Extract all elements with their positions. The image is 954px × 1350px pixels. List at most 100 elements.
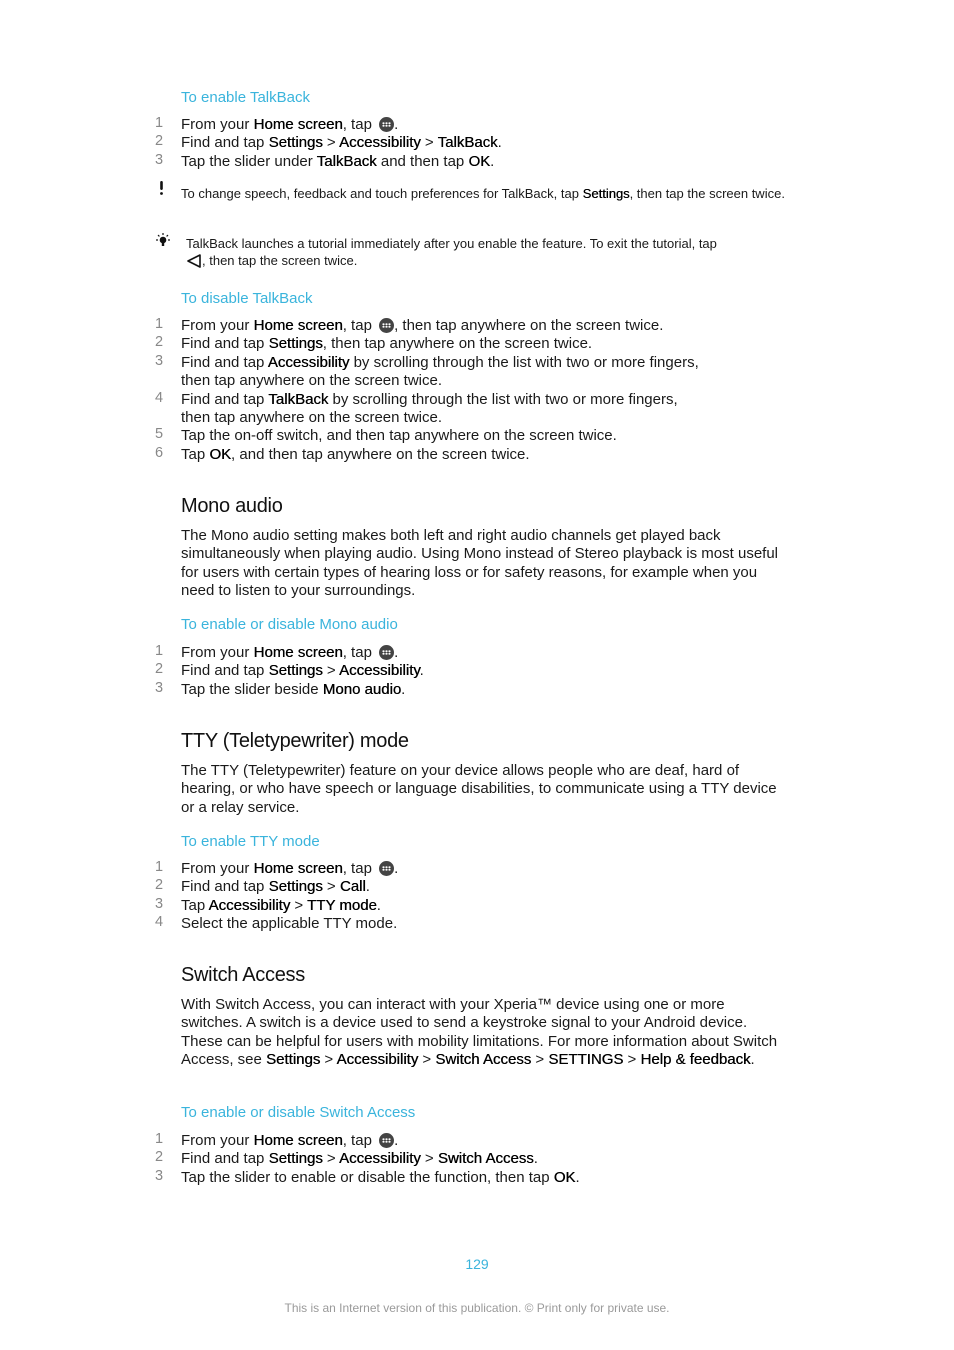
step-text: . — [575, 1168, 580, 1186]
ui-term: TalkBack — [316, 152, 377, 170]
page-number: 129 — [465, 1256, 489, 1272]
ui-term: Accessibility — [267, 353, 350, 371]
step-number: 6 — [155, 444, 164, 461]
ui-term: Accessibility — [339, 662, 420, 680]
desc-text: . — [750, 1051, 755, 1069]
ui-term: Home screen — [253, 644, 343, 661]
step-number: 1 — [155, 643, 164, 659]
ui-term: Settings — [268, 134, 323, 152]
exclamation-icon — [155, 180, 169, 196]
step-text: > — [322, 878, 340, 896]
section-heading-switch-access: Switch Access — [181, 964, 305, 986]
ui-term: Home screen — [253, 860, 343, 877]
ui-term: Home screen — [253, 1132, 343, 1149]
ui-term: Accessibility — [336, 1051, 419, 1069]
apps-grid-icon — [379, 117, 395, 132]
step-text: Tap the on-off switch, and then tap anyw… — [181, 427, 617, 445]
step: 2 Find and tap Settings > Accessibility >… — [0, 133, 800, 152]
step-number: 1 — [155, 316, 164, 332]
step-number: 3 — [155, 895, 164, 912]
step: 2 Find and tap Settings, then tap anywher… — [0, 334, 800, 353]
step-text: Tap — [181, 896, 209, 914]
note-text: To change speech, feedback and touch pre… — [181, 186, 583, 201]
step-text: Find and tap — [181, 390, 269, 408]
step-text: . — [419, 662, 424, 680]
section-heading-tty: TTY (Teletypewriter) mode — [181, 730, 409, 752]
step-text: Tap the slider under — [181, 152, 317, 170]
ui-term: Mono audio — [322, 680, 402, 698]
step-text: Find and tap — [181, 335, 269, 353]
step-text: > — [420, 1150, 438, 1168]
ui-term: Help & feedback — [640, 1051, 751, 1069]
back-triangle-icon — [186, 254, 202, 268]
step: 3 Tap Accessibility > TTY mode. — [0, 895, 800, 915]
step-text: Find and tap — [181, 353, 268, 371]
step-text: . — [401, 680, 406, 698]
note-text: , then tap the screen twice. — [202, 253, 358, 268]
step-text: , tap — [342, 1132, 377, 1149]
step: 3 Tap the slider under TalkBack and then … — [0, 152, 800, 171]
step: 1 From your Home screen, tap . — [0, 115, 800, 134]
step-text: . — [394, 116, 399, 133]
step-number: 2 — [155, 661, 164, 678]
procedure-title-tty: To enable TTY mode — [181, 833, 320, 850]
step: 2 Find and tap Settings > Accessibility >… — [0, 1149, 800, 1168]
ui-term: Home screen — [253, 116, 343, 133]
ui-term: Accessibility — [208, 896, 291, 914]
ui-term: TalkBack — [437, 134, 498, 152]
step-text: . — [497, 134, 502, 152]
step-text: , tap — [342, 116, 377, 133]
ui-term: OK — [209, 445, 232, 463]
ui-term: Switch Access — [435, 1051, 532, 1069]
desc-text: > — [623, 1051, 641, 1069]
ui-term: Switch Access — [437, 1150, 534, 1168]
procedure-title-enable-talkback: To enable TalkBack — [181, 89, 310, 106]
ui-term: Settings — [268, 662, 323, 680]
step-text: > — [290, 896, 308, 914]
step-text: > — [322, 1150, 340, 1168]
step-text: . — [365, 878, 370, 896]
step-text: From your — [181, 860, 254, 877]
desc-text: > — [531, 1051, 549, 1069]
warning-note: To change speech, feedback and touch pre… — [181, 185, 791, 202]
step-number: 5 — [155, 426, 164, 443]
step-text: . — [490, 152, 495, 170]
step-text: . — [394, 644, 399, 661]
step-text: , then tap anywhere on the screen twice. — [394, 317, 664, 334]
document-page: To enable TalkBack 1 From your Home scree… — [0, 0, 954, 1350]
step-text: , tap — [342, 860, 377, 877]
desc-text: > — [320, 1051, 337, 1069]
step-number: 1 — [155, 115, 164, 131]
section-description: The Mono audio setting makes both left a… — [181, 527, 778, 600]
ui-term: TTY mode — [307, 896, 377, 914]
step-number: 2 — [155, 1149, 164, 1166]
step: 2 Find and tap Settings > Accessibility. — [0, 661, 800, 680]
step: 1 From your Home screen, tap . — [0, 643, 800, 662]
step: 1 From your Home screen, tap , then tap a… — [0, 316, 800, 335]
steps-enable-talkback: 1 From your Home screen, tap . 2 Find and … — [0, 115, 800, 171]
step-text: , then tap anywhere on the screen twice. — [322, 335, 593, 353]
step-text: From your — [181, 317, 254, 334]
step-text: , and then tap anywhere on the screen tw… — [231, 445, 530, 463]
step-number: 3 — [155, 679, 164, 696]
step: 3 Tap the slider to enable or disable the… — [0, 1167, 800, 1187]
step: 3 Find and tap Accessibility by scrolling… — [0, 353, 800, 391]
step: 3 Tap the slider beside Mono audio. — [0, 679, 800, 699]
ui-term: Settings — [582, 186, 630, 201]
ui-term: Accessibility — [339, 1150, 421, 1168]
section-heading-mono-audio: Mono audio — [181, 495, 283, 517]
note-line: , then tap the screen twice. — [186, 252, 796, 269]
procedure-title-switch-access: To enable or disable Switch Access — [181, 1104, 416, 1121]
desc-text: > — [418, 1051, 436, 1069]
ui-term: Call — [339, 878, 366, 896]
step-text: . — [376, 896, 381, 914]
step-number: 3 — [155, 1167, 164, 1184]
ui-term: Settings — [268, 878, 323, 896]
step: 1 From your Home screen, tap . — [0, 859, 800, 878]
procedure-title-mono-audio: To enable or disable Mono audio — [181, 616, 398, 633]
step-text: by scrolling through the list with two o… — [328, 390, 678, 408]
step-number: 1 — [155, 859, 164, 875]
ui-term: Settings — [266, 1051, 321, 1069]
step: 4 Select the applicable TTY mode. — [0, 914, 800, 933]
ui-term: OK — [553, 1168, 576, 1186]
